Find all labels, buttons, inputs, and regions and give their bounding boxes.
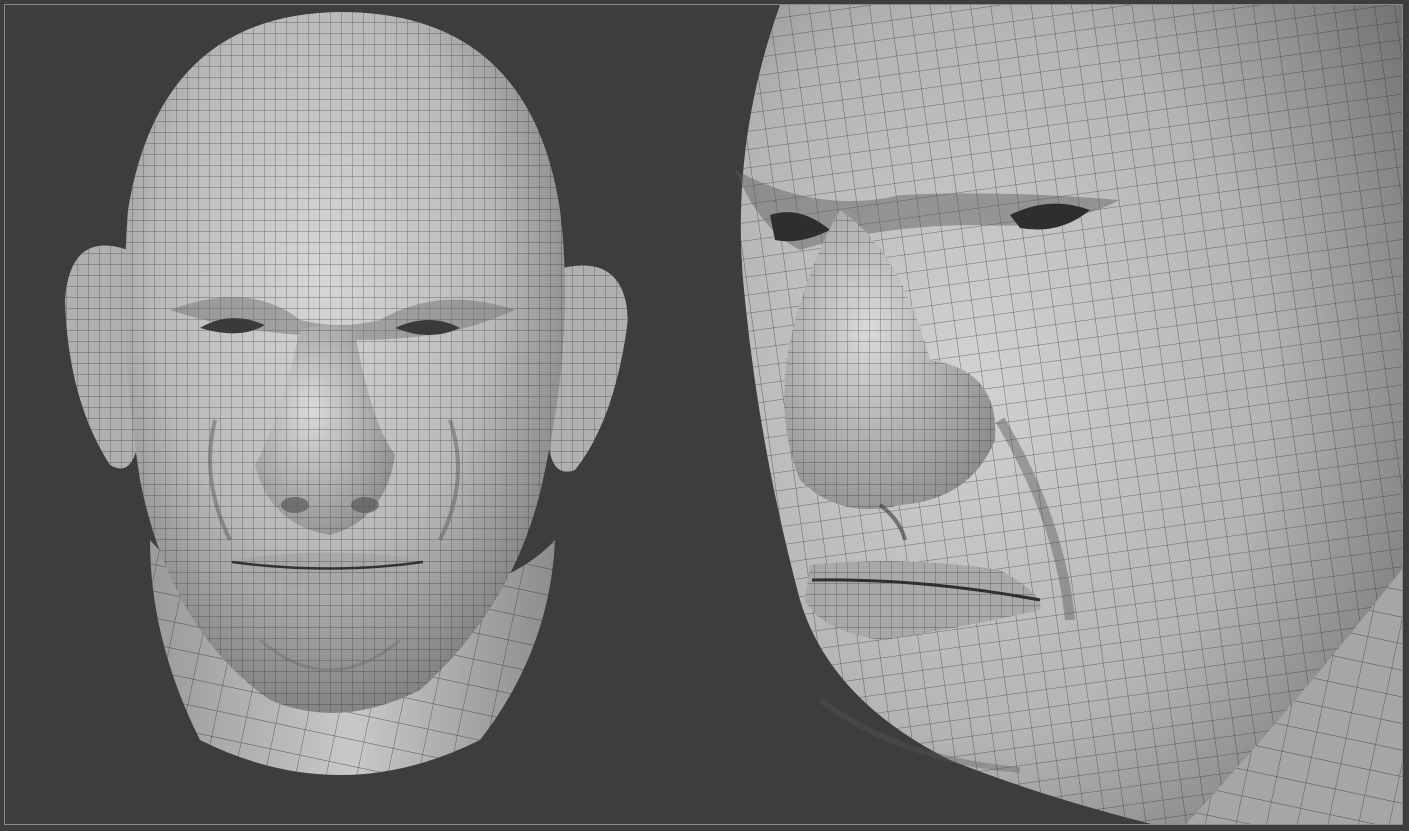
render-illustration [65, 5, 1403, 825]
viewport-canvas [0, 0, 1409, 831]
front-view-head [65, 12, 628, 775]
closeup-view-head [735, 5, 1403, 825]
